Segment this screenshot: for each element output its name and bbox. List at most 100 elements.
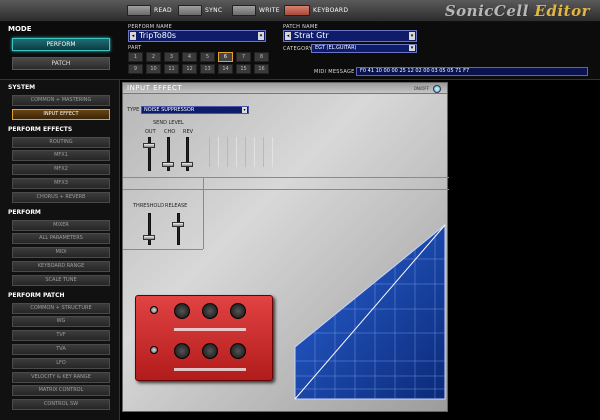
release-slider-knob[interactable] (172, 222, 184, 228)
type-value: NOISE SUPPRESSOR (144, 107, 195, 113)
sidebar-item-chorus-reverb[interactable]: CHORUS + REVERB (12, 191, 110, 203)
part-button[interactable]: 11 (164, 64, 179, 74)
part-button[interactable]: 16 (254, 64, 269, 74)
empty-slot (263, 137, 273, 167)
sidebar-item-control-sw[interactable]: CONTROL SW (12, 399, 110, 411)
send-rev-label: REV (183, 129, 194, 135)
read-button[interactable] (127, 5, 151, 16)
release-slider-track[interactable] (177, 213, 180, 245)
sidebar-item-keyboard-range[interactable]: KEYBOARD RANGE (12, 261, 110, 272)
empty-slot (209, 137, 219, 167)
release-label: RELEASE (165, 203, 188, 209)
type-dropdown-icon[interactable]: ▾ (242, 107, 247, 113)
perform-name-field[interactable]: ◂ TripTo80s ▾ (128, 30, 266, 42)
sidebar: SYSTEM COMMON + MASTERING INPUT EFFECT PERF… (0, 80, 120, 420)
send-out-slider-track[interactable] (148, 137, 151, 171)
threshold-slider-track[interactable] (148, 213, 151, 245)
sidebar-item-wg[interactable]: WG (12, 316, 110, 328)
section-divider (123, 177, 449, 178)
category-label: CATEGORY (283, 46, 313, 52)
sidebar-item-scale-tune[interactable]: SCALE TUNE (12, 274, 110, 286)
header-panel: MODE PERFORM PATCH PERFORM NAME ◂ TripTo… (0, 22, 600, 80)
keyboard-button[interactable] (284, 5, 310, 16)
part-button[interactable]: 15 (236, 64, 251, 74)
amp-knob-icon (230, 343, 246, 359)
patch-mode-button[interactable]: PATCH (12, 57, 110, 70)
perform-prev-icon[interactable]: ◂ (130, 32, 136, 40)
sidebar-item-routing[interactable]: ROUTING (12, 136, 110, 148)
sidebar-item-input-effect[interactable]: INPUT EFFECT (12, 108, 110, 120)
sidebar-section-title: SYSTEM (8, 84, 36, 91)
sidebar-item-mfx3[interactable]: MFX3 (12, 178, 110, 189)
sidebar-item-common-structure[interactable]: COMMON + STRUCTURE (12, 302, 110, 314)
threshold-slider-knob[interactable] (143, 234, 155, 240)
sidebar-section-title: PERFORM EFFECTS (8, 125, 73, 133)
section-divider (123, 189, 449, 190)
app-logo: SonicCell Editor (445, 2, 590, 20)
empty-slot (227, 137, 237, 167)
sidebar-item-tva[interactable]: TVA (12, 344, 110, 355)
type-label: TYPE (127, 107, 140, 113)
logo-editor-text: Editor (534, 2, 590, 20)
amp-knob-icon (174, 343, 190, 359)
keyboard-label: KEYBOARD (313, 7, 349, 14)
threshold-label: THRESHOLD (133, 203, 164, 209)
part-button[interactable]: 12 (182, 64, 197, 74)
send-out-slider-knob[interactable] (143, 143, 155, 149)
amp-knob-icon (174, 303, 190, 319)
amp-jack-icon (150, 346, 158, 354)
part-label: PART (128, 45, 142, 51)
part-button[interactable]: 8 (254, 52, 269, 62)
part-button[interactable]: 14 (218, 64, 233, 74)
sidebar-item-mfx2[interactable]: MFX2 (12, 164, 110, 176)
input-effect-panel: INPUT EFFECT ON/OFF TYPE NOISE SUPPRESSO… (122, 82, 449, 412)
sidebar-item-mixer[interactable]: MIXER (12, 219, 110, 231)
send-cho-slider-knob[interactable] (162, 161, 174, 167)
send-out-label: OUT (145, 129, 156, 135)
part-button[interactable]: 9 (128, 64, 143, 74)
part-button[interactable]: 6 (218, 52, 233, 62)
part-button[interactable]: 1 (128, 52, 143, 62)
category-value: EGT (EL.GUITAR) (315, 45, 357, 51)
patch-name-field[interactable]: ◂ Strat Gtr ▾ (283, 30, 417, 42)
part-button[interactable]: 5 (200, 52, 215, 62)
sync-label: SYNC (205, 7, 223, 14)
send-rev-slider-knob[interactable] (181, 161, 193, 167)
amp-strip (174, 368, 246, 371)
patch-dropdown-icon[interactable]: ▾ (409, 32, 415, 40)
part-button[interactable]: 7 (236, 52, 251, 62)
sidebar-item-matrix-control[interactable]: MATRIX CONTROL (12, 385, 110, 397)
sidebar-section-title: PERFORM PATCH (8, 291, 65, 299)
sidebar-item-mfx1[interactable]: MFX1 (12, 150, 110, 162)
part-button[interactable]: 3 (164, 52, 179, 62)
read-label: READ (154, 7, 172, 14)
part-button[interactable]: 4 (182, 52, 197, 62)
write-button[interactable] (232, 5, 256, 16)
part-button[interactable]: 13 (200, 64, 215, 74)
patch-prev-icon[interactable]: ◂ (285, 32, 291, 40)
onoff-toggle[interactable] (433, 85, 441, 93)
perform-mode-button[interactable]: PERFORM (12, 38, 110, 51)
onoff-label: ON/OFF (413, 86, 429, 91)
section-divider (203, 177, 204, 249)
category-select[interactable]: EGT (EL.GUITAR) ▾ (311, 44, 417, 53)
sidebar-item-midi[interactable]: MIDI (12, 247, 110, 259)
patch-name-value: Strat Gtr (294, 31, 329, 40)
write-label: WRITE (259, 7, 280, 14)
sidebar-item-all-parameters[interactable]: ALL PARAMETERS (12, 233, 110, 245)
logo-main-text: SonicCell (444, 2, 535, 20)
main-area: INPUT EFFECT ON/OFF TYPE NOISE SUPPRESSO… (120, 80, 600, 420)
perform-dropdown-icon[interactable]: ▾ (258, 32, 264, 40)
amp-knob-icon (230, 303, 246, 319)
sidebar-item-tvf[interactable]: TVF (12, 330, 110, 342)
category-dropdown-icon[interactable]: ▾ (409, 45, 415, 51)
type-select[interactable]: NOISE SUPPRESSOR ▾ (141, 106, 249, 114)
sidebar-item-common-mastering[interactable]: COMMON + MASTERING (12, 95, 110, 106)
sidebar-item-lfo[interactable]: LFO (12, 357, 110, 369)
send-cho-label: CHO (164, 129, 176, 135)
sync-button[interactable] (178, 5, 202, 16)
part-button[interactable]: 2 (146, 52, 161, 62)
part-button[interactable]: 10 (146, 64, 161, 74)
empty-slot (245, 137, 255, 167)
sidebar-item-velocity-key-range[interactable]: VELOCITY & KEY RANGE (12, 371, 110, 383)
